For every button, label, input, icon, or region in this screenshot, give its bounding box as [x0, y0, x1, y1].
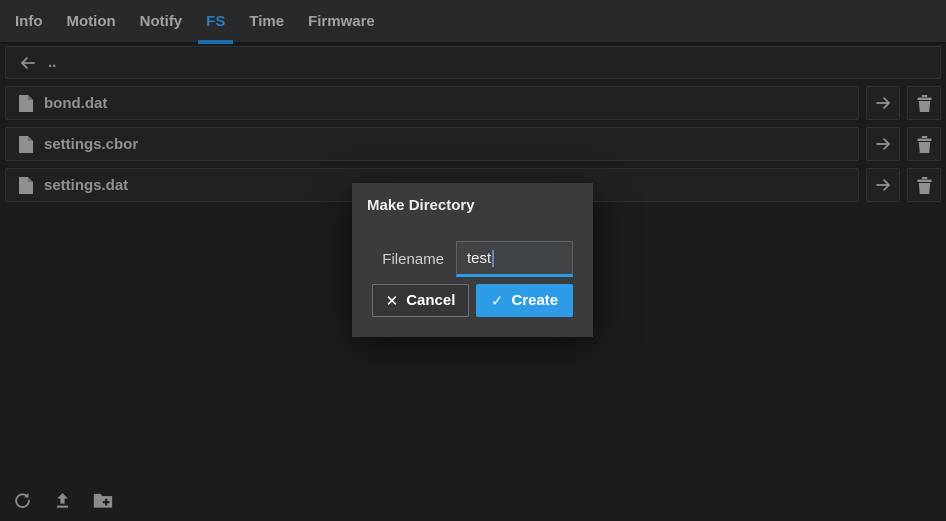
file-icon — [19, 95, 33, 112]
file-row: settings.cbor — [5, 127, 941, 161]
tab-time[interactable]: Time — [248, 0, 285, 42]
cancel-button-label: Cancel — [406, 292, 455, 309]
parent-directory-button[interactable]: .. — [5, 46, 941, 79]
file-open-button[interactable]: bond.dat — [5, 86, 859, 120]
parent-directory-label: .. — [48, 54, 56, 71]
file-open-button[interactable]: settings.cbor — [5, 127, 859, 161]
file-delete-button[interactable] — [907, 127, 941, 161]
trash-icon — [917, 136, 932, 153]
file-row: bond.dat — [5, 86, 941, 120]
filename-label: Filename — [382, 251, 444, 268]
parent-directory-row: .. — [5, 46, 941, 79]
file-navigate-button[interactable] — [866, 127, 900, 161]
folder-plus-icon — [93, 491, 113, 510]
filename-field-row: Filename test — [366, 241, 579, 277]
file-navigate-button[interactable] — [866, 168, 900, 202]
file-delete-button[interactable] — [907, 168, 941, 202]
trash-icon — [917, 177, 932, 194]
refresh-icon — [13, 491, 32, 510]
make-directory-dialog: Make Directory Filename test ✕ Cancel ✓ … — [352, 183, 593, 337]
right-arrow-icon — [874, 94, 892, 112]
upload-button[interactable] — [52, 490, 73, 511]
right-arrow-icon — [874, 135, 892, 153]
check-icon: ✓ — [491, 292, 504, 310]
filename-input[interactable]: test — [456, 241, 573, 277]
dialog-buttons: ✕ Cancel ✓ Create — [366, 284, 579, 317]
dialog-title: Make Directory — [366, 197, 579, 214]
create-button[interactable]: ✓ Create — [476, 284, 573, 317]
file-name: settings.dat — [44, 177, 128, 194]
tab-info[interactable]: Info — [14, 0, 44, 42]
file-icon — [19, 136, 33, 153]
file-icon — [19, 177, 33, 194]
tab-bar: Info Motion Notify FS Time Firmware — [0, 0, 946, 44]
file-navigate-button[interactable] — [866, 86, 900, 120]
fs-toolbar — [12, 490, 113, 511]
cancel-button[interactable]: ✕ Cancel — [372, 284, 469, 317]
back-arrow-icon — [19, 54, 37, 72]
right-arrow-icon — [874, 176, 892, 194]
x-icon: ✕ — [386, 292, 399, 310]
tab-firmware[interactable]: Firmware — [307, 0, 376, 42]
upload-icon — [53, 491, 72, 510]
tab-motion[interactable]: Motion — [66, 0, 117, 42]
file-name: bond.dat — [44, 95, 107, 112]
trash-icon — [917, 95, 932, 112]
file-browser: .. bond.dat — [0, 44, 946, 202]
refresh-button[interactable] — [12, 490, 33, 511]
text-cursor — [492, 250, 494, 267]
tab-notify[interactable]: Notify — [139, 0, 184, 42]
tab-fs[interactable]: FS — [205, 0, 226, 42]
new-folder-button[interactable] — [92, 490, 113, 511]
filename-value: test — [467, 250, 491, 267]
file-delete-button[interactable] — [907, 86, 941, 120]
file-name: settings.cbor — [44, 136, 138, 153]
create-button-label: Create — [511, 292, 558, 309]
